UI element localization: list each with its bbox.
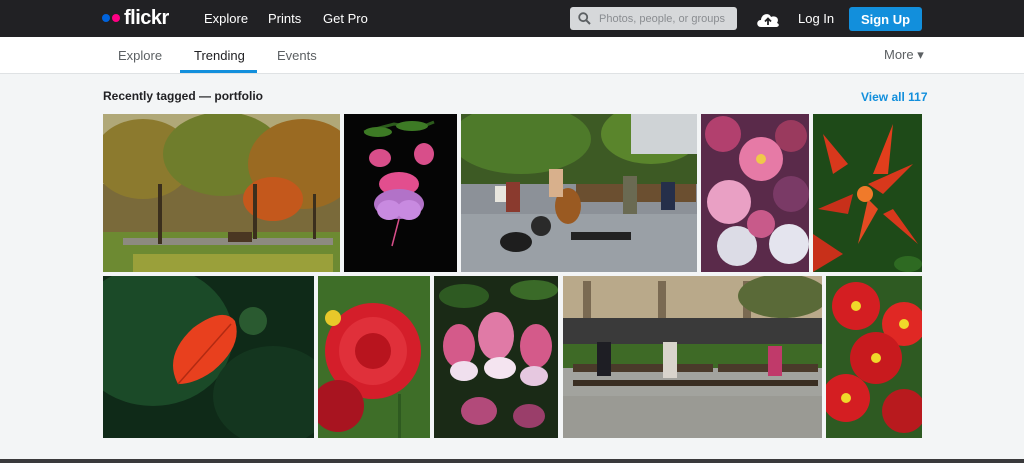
photo-fuchsia-flowers[interactable] [434, 276, 558, 438]
active-tab-indicator [180, 70, 257, 73]
photo-red-leaf[interactable] [103, 276, 314, 438]
tab-explore[interactable]: Explore [118, 37, 162, 73]
tab-events[interactable]: Events [277, 37, 317, 73]
photo-red-daisies[interactable] [826, 276, 922, 438]
photo-red-dahlia[interactable] [318, 276, 430, 438]
tab-trending[interactable]: Trending [194, 37, 245, 73]
cloud-upload-icon[interactable] [755, 9, 781, 28]
photo-fuchsia-black[interactable] [344, 114, 457, 272]
logo-pink-dot [112, 14, 120, 22]
nav-prints[interactable]: Prints [268, 0, 301, 37]
log-in-link[interactable]: Log In [798, 0, 834, 37]
nav-get-pro[interactable]: Get Pro [323, 0, 368, 37]
top-navigation-bar: flickr Explore Prints Get Pro Log In Sig… [0, 0, 1024, 37]
search-input[interactable] [597, 11, 731, 26]
photo-autumn-park[interactable] [103, 114, 340, 272]
sub-navigation: Explore Trending Events [0, 37, 1024, 74]
nav-explore[interactable]: Explore [204, 0, 248, 37]
search-box[interactable] [570, 7, 737, 30]
flickr-logo[interactable]: flickr [102, 7, 169, 29]
photo-red-lilies[interactable] [813, 114, 922, 272]
photo-street-musicians[interactable] [461, 114, 697, 272]
photo-pink-flowers[interactable] [701, 114, 809, 272]
section-title: Recently tagged — portfolio [103, 89, 264, 103]
more-dropdown[interactable]: More ▾ [884, 37, 924, 73]
bottom-edge [0, 459, 1024, 463]
sign-up-button[interactable]: Sign Up [849, 7, 922, 31]
view-all-link[interactable]: View all 117 [861, 90, 928, 104]
logo-text: flickr [124, 6, 169, 29]
photo-park-benches[interactable] [563, 276, 822, 438]
logo-blue-dot [102, 14, 110, 22]
search-icon [578, 12, 591, 25]
